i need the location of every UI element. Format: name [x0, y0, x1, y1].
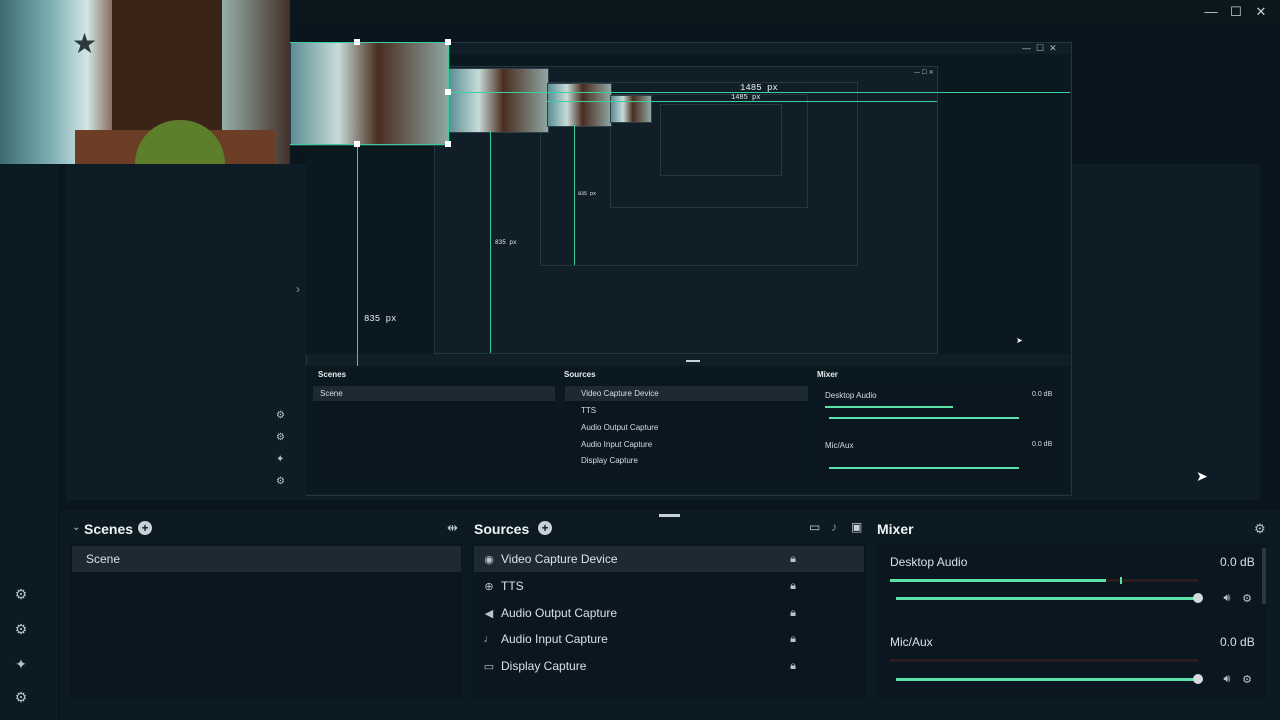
height-label: 835 px: [364, 314, 397, 324]
lock-icon[interactable]: 🔒︎: [787, 580, 799, 593]
nested-desktop-audio: Desktop Audio: [825, 391, 877, 400]
monitor-icon: ▭: [483, 661, 495, 673]
camera-icon: ◉: [484, 554, 494, 566]
nested-source-2: TTS: [581, 406, 597, 415]
star-decoration-icon: ★: [72, 28, 98, 59]
height-guide-2: [490, 131, 491, 353]
resize-handle-right[interactable]: [445, 89, 451, 95]
height-label-2: 835 px: [495, 239, 517, 246]
nested-rail-icons: ⚙ ⚙ ✦ ⚙: [276, 410, 285, 487]
gear-icon[interactable]: ⚙: [1240, 592, 1254, 605]
speaker-mute-icon[interactable]: 🔊︎: [1220, 673, 1234, 686]
resize-handle-top[interactable]: [354, 39, 360, 45]
close-button[interactable]: ✕: [1251, 4, 1271, 20]
nested-mic-aux: Mic/Aux: [825, 441, 854, 450]
nested-cursor-icon: ➤: [1016, 336, 1023, 345]
sources-title: Sources: [474, 521, 530, 537]
nested-source-5: Display Capture: [581, 456, 638, 465]
nested-source-4: Audio Input Capture: [581, 440, 653, 449]
microphone-icon: ♩: [483, 633, 495, 645]
nested-expand-arrow: ›: [296, 282, 300, 296]
lock-icon[interactable]: 🔒︎: [787, 607, 799, 620]
mixer-scrollbar[interactable]: [1262, 548, 1266, 604]
nested-desktop-meter: [825, 406, 953, 408]
source-audio-input[interactable]: Audio Input Capture: [501, 632, 608, 646]
resize-handle-top-right[interactable]: [445, 39, 451, 45]
desktop-audio-knob[interactable]: [1193, 593, 1203, 603]
source-video-capture[interactable]: Video Capture Device: [501, 552, 618, 566]
source-filters-icon[interactable]: ▭: [809, 520, 820, 534]
settings-gear-icon[interactable]: ⚙: [12, 688, 30, 706]
nested-mic-slider: [829, 467, 1019, 469]
nested-desktop-slider: [829, 417, 1019, 419]
scene-transitions-icon[interactable]: ⇹: [447, 520, 458, 536]
resize-handle-bottom[interactable]: [354, 141, 360, 147]
add-source-button[interactable]: +: [538, 521, 552, 535]
nested-scene-row: [313, 386, 555, 401]
nested-sources-title: Sources: [564, 370, 596, 379]
collapse-scenes-icon[interactable]: ⌄: [72, 522, 80, 533]
scene-item[interactable]: Scene: [86, 552, 120, 566]
studio-mode-icon[interactable]: ⚙: [12, 585, 30, 603]
globe-icon: ⊕: [484, 581, 494, 593]
dock-splitter[interactable]: [659, 514, 680, 517]
mixer-settings-icon[interactable]: ⚙: [1254, 521, 1266, 537]
speaker-mute-icon[interactable]: 🔊︎: [1220, 592, 1234, 605]
lock-icon[interactable]: 🔒︎: [787, 553, 799, 566]
desktop-audio-db: 0.0 dB: [1220, 555, 1255, 569]
webcam-thumbnail-3: [547, 83, 612, 127]
desktop-audio-meter: [890, 579, 1106, 582]
add-scene-button[interactable]: +: [138, 521, 152, 535]
mouse-cursor-icon: ➤: [1196, 468, 1208, 484]
layout-editor-icon[interactable]: ⚙: [12, 620, 30, 638]
desktop-audio-label: Desktop Audio: [890, 555, 968, 569]
mic-aux-slider[interactable]: [896, 678, 1198, 681]
webcam-cabinet: [112, 0, 222, 140]
mic-aux-label: Mic/Aux: [890, 635, 933, 649]
source-display-capture[interactable]: Display Capture: [501, 659, 586, 673]
desktop-audio-slider[interactable]: [896, 597, 1198, 600]
mic-aux-knob[interactable]: [1193, 674, 1203, 684]
folder-icon[interactable]: ▣: [851, 520, 862, 534]
width-label-2: 1485 px: [731, 94, 761, 102]
mixer-title: Mixer: [877, 521, 914, 537]
height-label-3: 835 px: [578, 191, 597, 197]
nested-scenes-title: Scenes: [318, 370, 347, 379]
gear-icon[interactable]: ⚙: [1240, 673, 1254, 686]
source-audio-icon[interactable]: ♪: [831, 520, 837, 534]
nested-frame-2-controls: — ☐ ✕: [914, 70, 934, 76]
nested-source-3: Audio Output Capture: [581, 423, 659, 432]
source-tts[interactable]: TTS: [501, 579, 524, 593]
desktop-audio-peak: [1120, 577, 1122, 584]
sparkle-icon[interactable]: ✦: [12, 655, 30, 673]
height-guide-3: [574, 125, 575, 265]
lock-icon[interactable]: 🔒︎: [787, 633, 799, 646]
webcam-thumbnail-2: [448, 68, 549, 133]
maximize-button[interactable]: ☐: [1226, 4, 1246, 20]
nested-frame-5: [660, 104, 782, 176]
width-label: 1485 px: [740, 83, 778, 93]
mic-aux-db: 0.0 dB: [1220, 635, 1255, 649]
webcam-thumbnail-4: [610, 95, 652, 123]
resize-handle-bottom-right[interactable]: [445, 141, 451, 147]
nested-source-1: Video Capture Device: [581, 389, 659, 398]
nested-window-controls: — ☐ ✕: [1022, 43, 1057, 53]
selection-top: [290, 42, 448, 43]
nested-mic-db: 0.0 dB: [1032, 441, 1053, 448]
nested-splitter: [686, 360, 700, 362]
selection-bottom: [290, 144, 448, 145]
nested-scene-item: Scene: [320, 389, 343, 398]
nested-desktop-db: 0.0 dB: [1032, 391, 1053, 398]
webcam-thumbnail-1: [290, 42, 450, 146]
scene-row[interactable]: [72, 546, 461, 572]
lock-icon[interactable]: 🔒︎: [787, 660, 799, 673]
scenes-title: Scenes: [84, 521, 134, 537]
mic-aux-meter-track: [890, 659, 1198, 662]
nested-mixer-title: Mixer: [817, 370, 838, 379]
source-audio-output[interactable]: Audio Output Capture: [501, 606, 617, 620]
minimize-button[interactable]: —: [1201, 4, 1221, 20]
speaker-icon: ◀: [484, 608, 494, 620]
